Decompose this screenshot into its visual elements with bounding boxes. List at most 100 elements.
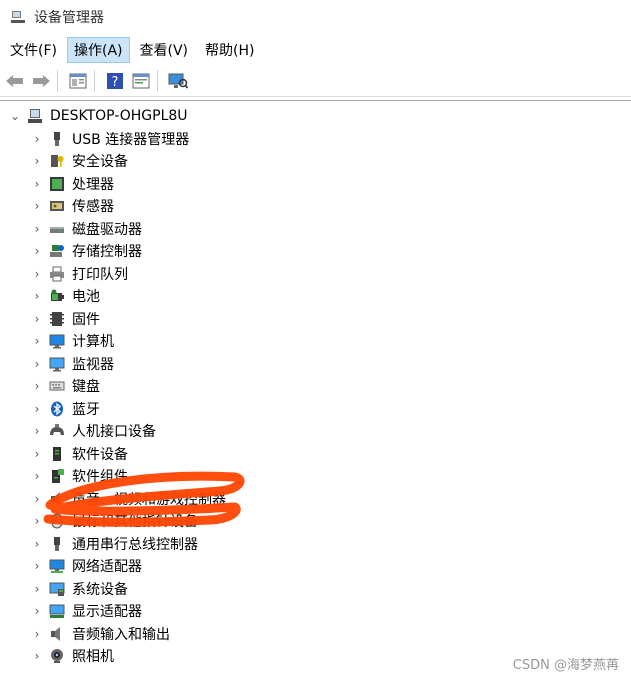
- tree-item-network-adapter[interactable]: › 网络适配器: [30, 555, 142, 577]
- tree-item-usb-controller[interactable]: › 通用串行总线控制器: [30, 533, 198, 555]
- tree-item-label: 网络适配器: [72, 559, 142, 575]
- chevron-right-icon[interactable]: ›: [30, 424, 44, 438]
- tree-item-label: 音频输入和输出: [72, 626, 170, 643]
- tree-item-label: 通用串行总线控制器: [72, 536, 198, 553]
- tree-item-print-queue[interactable]: › 打印队列: [30, 263, 128, 285]
- chevron-right-icon[interactable]: ›: [30, 357, 44, 371]
- tree-item-usb-connector[interactable]: › USB 连接器管理器: [30, 128, 189, 150]
- title-bar: 设备管理器: [0, 0, 631, 34]
- tree-item-hid[interactable]: › 人机接口设备: [30, 420, 156, 442]
- tree-item-sound-video-game[interactable]: › 声音、视频和游戏控制器: [30, 488, 226, 510]
- firmware-icon: [48, 310, 66, 328]
- tree-item-sensor[interactable]: › 传感器: [30, 195, 114, 217]
- tree-item-software-device[interactable]: › 软件设备: [30, 443, 128, 465]
- tree-item-label: 软件组件: [72, 469, 128, 485]
- tree-item-label: 固件: [72, 311, 100, 328]
- forward-arrow-icon[interactable]: [30, 70, 52, 92]
- chevron-right-icon[interactable]: ›: [30, 492, 44, 506]
- chevron-right-icon[interactable]: ›: [30, 469, 44, 483]
- svg-text:?: ?: [112, 75, 119, 90]
- tree-item-software-component[interactable]: › 软件组件: [30, 465, 128, 487]
- chevron-right-icon[interactable]: ›: [30, 627, 44, 641]
- tree-item-mouse[interactable]: › 鼠标和其他指针设备: [30, 510, 198, 532]
- tree-item-label: 监视器: [72, 356, 114, 373]
- chevron-right-icon[interactable]: ›: [30, 154, 44, 168]
- chevron-right-icon[interactable]: ›: [30, 177, 44, 191]
- tree-item-display-adapter[interactable]: › 显示适配器: [30, 600, 142, 622]
- back-arrow-icon[interactable]: [4, 70, 26, 92]
- tree-item-label: 处理器: [72, 176, 114, 193]
- tree-item-label: 蓝牙: [72, 401, 100, 418]
- tree-item-battery[interactable]: › 电池: [30, 285, 100, 307]
- tree-item-label: 照相机: [72, 649, 114, 665]
- tree-item-firmware[interactable]: › 固件: [30, 308, 100, 330]
- tree-item-label: 键盘: [72, 379, 100, 395]
- menu-file[interactable]: 文件(F): [3, 37, 64, 63]
- tree-item-system-device[interactable]: › 系统设备: [30, 578, 128, 600]
- tree-item-camera[interactable]: › 照相机: [30, 645, 114, 667]
- chevron-right-icon[interactable]: ›: [30, 312, 44, 326]
- menu-help[interactable]: 帮助(H): [198, 37, 261, 63]
- keyboard-icon: [48, 377, 66, 395]
- audio-io-icon: [48, 625, 66, 643]
- chevron-right-icon[interactable]: ›: [30, 559, 44, 573]
- chevron-right-icon[interactable]: ›: [30, 582, 44, 596]
- speaker-icon: [48, 490, 66, 508]
- battery-icon: [48, 287, 66, 305]
- usb-icon: [48, 130, 66, 148]
- tree-item-audio-io[interactable]: › 音频输入和输出: [30, 623, 170, 645]
- chevron-right-icon[interactable]: ›: [30, 222, 44, 236]
- chevron-right-icon[interactable]: ›: [30, 132, 44, 146]
- tree-item-label: 存储控制器: [72, 244, 142, 260]
- chevron-right-icon[interactable]: ›: [30, 447, 44, 461]
- chevron-right-icon[interactable]: ›: [30, 379, 44, 393]
- tree-root[interactable]: ⌄ DESKTOP-OHGPL8U: [8, 105, 188, 127]
- bluetooth-icon: [48, 400, 66, 418]
- chevron-right-icon[interactable]: ›: [30, 604, 44, 618]
- tree-item-label: 系统设备: [72, 581, 128, 598]
- chevron-right-icon[interactable]: ›: [30, 289, 44, 303]
- computer-icon: [26, 107, 44, 125]
- printer-icon: [48, 265, 66, 283]
- tree-item-disk-drive[interactable]: › 磁盘驱动器: [30, 218, 142, 240]
- help-icon[interactable]: ?: [104, 70, 126, 92]
- properties-icon[interactable]: [67, 70, 89, 92]
- tree-item-security[interactable]: › 安全设备: [30, 150, 128, 172]
- tree-item-bluetooth[interactable]: › 蓝牙: [30, 398, 100, 420]
- tree-item-label: USB 连接器管理器: [72, 131, 190, 148]
- disk-drive-icon: [48, 220, 66, 238]
- chevron-right-icon[interactable]: ›: [30, 514, 44, 528]
- tree-item-processor[interactable]: › 处理器: [30, 173, 114, 195]
- tree-item-label: 电池: [72, 289, 100, 305]
- tree-item-monitor[interactable]: › 监视器: [30, 353, 114, 375]
- window-title: 设备管理器: [34, 10, 104, 26]
- chevron-right-icon[interactable]: ›: [30, 267, 44, 281]
- menu-action[interactable]: 操作(A): [66, 37, 130, 63]
- watermark: CSDN @海梦燕苒: [512, 658, 619, 673]
- tree-item-label: 人机接口设备: [72, 424, 156, 440]
- chevron-right-icon[interactable]: ›: [30, 334, 44, 348]
- root-label: DESKTOP-OHGPL8U: [50, 108, 188, 124]
- tree-item-label: 显示适配器: [72, 604, 142, 620]
- chevron-right-icon[interactable]: ›: [30, 244, 44, 258]
- tree-item-keyboard[interactable]: › 键盘: [30, 375, 100, 397]
- toolbar-separator: [157, 70, 158, 92]
- chevron-right-icon[interactable]: ›: [30, 537, 44, 551]
- monitor-scan-icon[interactable]: [167, 70, 189, 92]
- toolbar: ?: [0, 66, 631, 97]
- hid-icon: [48, 422, 66, 440]
- console-icon[interactable]: [130, 70, 152, 92]
- menu-view[interactable]: 查看(V): [133, 37, 196, 63]
- tree-item-label: 磁盘驱动器: [72, 221, 142, 238]
- chevron-right-icon[interactable]: ›: [30, 199, 44, 213]
- tree-item-computer[interactable]: › 计算机: [30, 330, 114, 352]
- chevron-right-icon[interactable]: ›: [30, 402, 44, 416]
- camera-icon: [48, 647, 66, 665]
- menu-bar: 文件(F) 操作(A) 查看(V) 帮助(H): [0, 36, 631, 64]
- tree-item-storage-controller[interactable]: › 存储控制器: [30, 240, 142, 262]
- chevron-right-icon[interactable]: ›: [30, 649, 44, 663]
- chevron-down-icon[interactable]: ⌄: [8, 109, 22, 123]
- sensor-icon: [48, 197, 66, 215]
- toolbar-separator: [57, 70, 58, 92]
- display-adapter-icon: [48, 602, 66, 620]
